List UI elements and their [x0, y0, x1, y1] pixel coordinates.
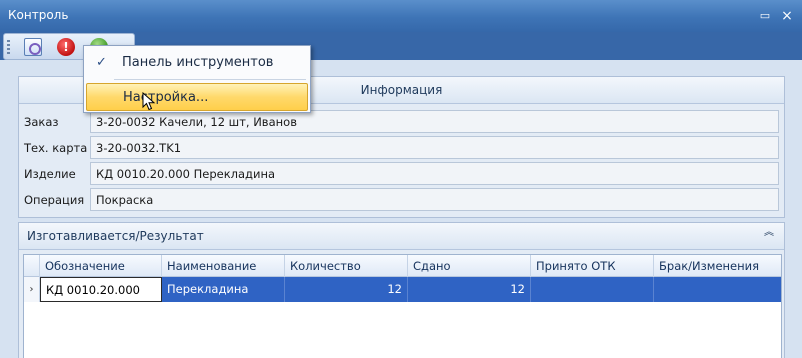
- product-field-row: Изделие КД 0010.20.000 Перекладина: [19, 162, 784, 186]
- table-row[interactable]: › КД 0010.20.000 Перекладина 12 12: [24, 277, 781, 302]
- checkmark-icon: ✓: [96, 55, 107, 70]
- column-header-accepted-qc[interactable]: Принято ОТК: [531, 255, 654, 277]
- restore-window-icon[interactable]: ▭: [758, 9, 772, 23]
- collapse-icon[interactable]: ︽: [764, 228, 774, 242]
- product-field[interactable]: КД 0010.20.000 Перекладина: [90, 162, 779, 185]
- toolbar-grip-handle[interactable]: [7, 40, 10, 54]
- mouse-cursor-icon: [142, 92, 156, 111]
- menu-item-label: Настройка...: [123, 90, 209, 105]
- order-field-row: Заказ 3-20-0032 Качели, 12 шт, Иванов: [19, 110, 784, 134]
- cell-quantity[interactable]: 12: [285, 277, 408, 302]
- cell-designation[interactable]: КД 0010.20.000: [40, 277, 162, 302]
- operation-label: Операция: [24, 193, 85, 207]
- tech-card-field-row: Тех. карта 3-20-0032.TK1: [19, 136, 784, 160]
- menu-separator: [114, 79, 306, 80]
- tech-card-label: Тех. карта: [24, 141, 88, 155]
- column-header-quantity[interactable]: Количество: [285, 255, 408, 277]
- tech-card-field[interactable]: 3-20-0032.TK1: [90, 136, 779, 159]
- cell-accepted-qc[interactable]: [531, 277, 654, 302]
- results-panel-header[interactable]: Изготавливается/Результат ︽: [19, 223, 784, 250]
- operation-field[interactable]: Покраска: [90, 188, 779, 211]
- column-header-defect[interactable]: Брак/Изменения: [654, 255, 781, 277]
- column-header-designation[interactable]: Обозначение: [40, 255, 162, 277]
- cell-name[interactable]: Перекладина: [162, 277, 285, 302]
- cell-defect[interactable]: [654, 277, 781, 302]
- results-grid[interactable]: Обозначение Наименование Количество Сдан…: [23, 254, 782, 358]
- order-label: Заказ: [24, 115, 59, 129]
- column-header-name[interactable]: Наименование: [162, 255, 285, 277]
- order-field[interactable]: 3-20-0032 Качели, 12 шт, Иванов: [90, 110, 779, 133]
- product-label: Изделие: [24, 167, 76, 181]
- row-selector-icon[interactable]: ›: [24, 277, 40, 302]
- operation-field-row: Операция Покраска: [19, 188, 784, 212]
- settings-icon[interactable]: [24, 38, 42, 56]
- window-title: Контроль: [8, 8, 69, 22]
- results-panel-title: Изготавливается/Результат: [27, 229, 204, 243]
- toolbar-context-menu: ✓ Панель инструментов Настройка...: [83, 45, 311, 113]
- column-header-delivered[interactable]: Сдано: [408, 255, 531, 277]
- results-panel: Изготавливается/Результат ︽ Обозначение …: [18, 222, 785, 358]
- cell-delivered[interactable]: 12: [408, 277, 531, 302]
- close-window-icon[interactable]: ×: [780, 9, 794, 23]
- stop-icon[interactable]: !: [57, 38, 75, 56]
- menu-item-label: Панель инструментов: [122, 55, 274, 70]
- row-indicator-header: [24, 255, 40, 277]
- grid-header: Обозначение Наименование Количество Сдан…: [24, 255, 781, 277]
- menu-item-settings[interactable]: Настройка...: [86, 83, 308, 111]
- window-title-bar: Контроль ▭ ×: [0, 0, 802, 32]
- menu-item-toolbar-panel[interactable]: ✓ Панель инструментов: [86, 49, 308, 77]
